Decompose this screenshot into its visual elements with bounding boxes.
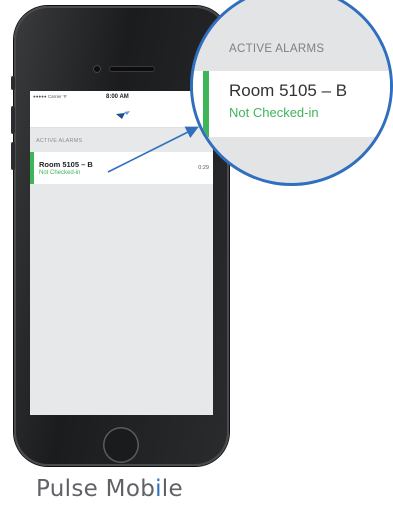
phone-screen: ●●●●● Carrier ᯤ 8:00 AM ✱ 22 ACTIVE ALAR…: [30, 91, 213, 415]
brand-name-part2: le: [161, 476, 183, 502]
home-button[interactable]: [103, 427, 139, 463]
alarm-time: 0:29: [198, 165, 209, 171]
section-title: ACTIVE ALARMS: [36, 138, 83, 144]
status-time: 8:00 AM: [106, 94, 129, 100]
battery-label: ✱ 22: [199, 94, 211, 100]
brand-name-accent: i: [155, 476, 162, 502]
mute-switch: [11, 76, 15, 90]
earpiece-speaker: [110, 67, 154, 71]
zoom-section-title: ACTIVE ALARMS: [229, 43, 325, 55]
volume-up-button: [11, 106, 15, 134]
alarm-status: Not Checked-in: [39, 170, 81, 176]
brand-wordmark: Pulse Mobile: [0, 476, 393, 502]
app-logo-icon: [116, 111, 130, 119]
carrier-label: ●●●●● Carrier ᯤ: [33, 94, 67, 99]
status-bar: ●●●●● Carrier ᯤ 8:00 AM ✱ 22: [30, 91, 213, 105]
zoom-alarm-room: Room 5105 – B: [229, 81, 348, 100]
front-camera: [94, 66, 100, 72]
alarm-list-item[interactable]: Room 5105 – B Not Checked-in 0:29: [30, 152, 213, 184]
nav-bar: [30, 105, 213, 128]
alarm-room: Room 5105 – B: [39, 160, 93, 169]
volume-down-button: [11, 142, 15, 170]
brand-name-part1: Pulse Mob: [36, 476, 156, 502]
zoom-alarm-status: Not Checked-in: [229, 105, 319, 120]
phone-mockup: ●●●●● Carrier ᯤ 8:00 AM ✱ 22 ACTIVE ALAR…: [11, 6, 229, 466]
